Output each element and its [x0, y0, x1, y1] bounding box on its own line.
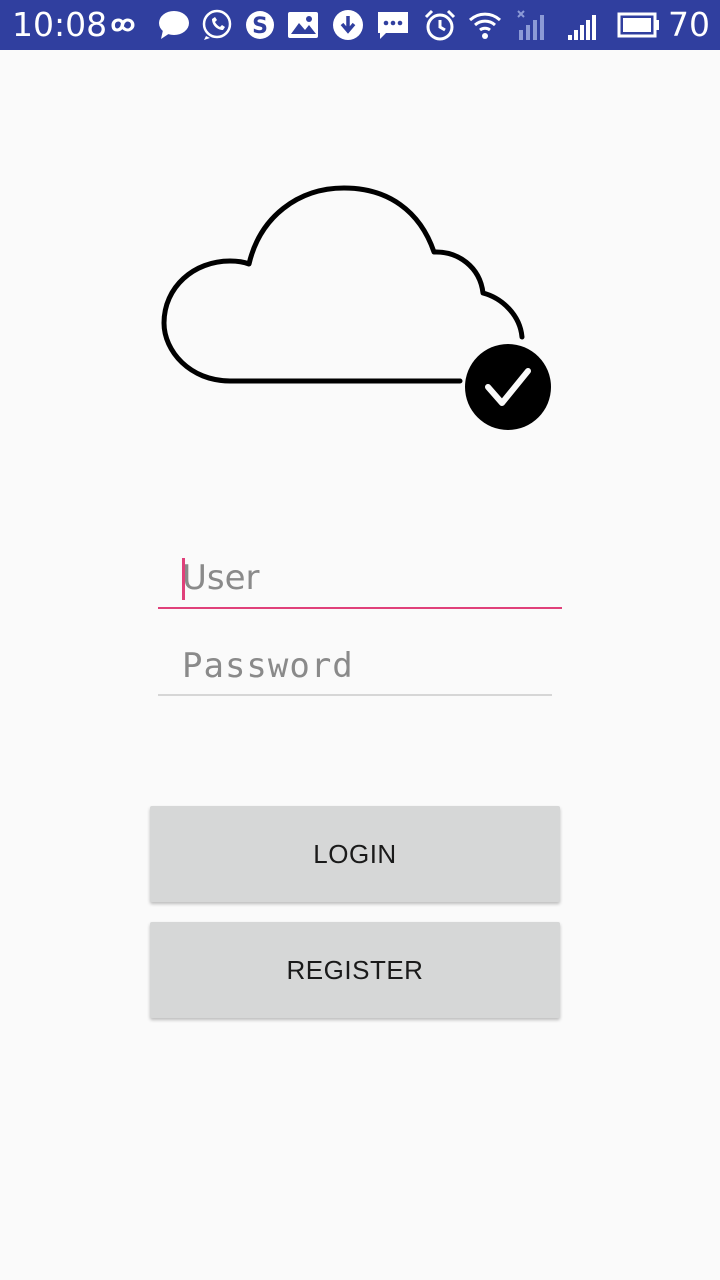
password-input[interactable]: [158, 636, 552, 696]
chat-bubble-icon: [157, 8, 191, 42]
image-icon: [286, 8, 320, 42]
download-icon: [331, 8, 365, 42]
signal-no-service-icon: [516, 8, 550, 42]
infinity-icon: [106, 8, 140, 42]
skype-icon: S: [243, 8, 277, 42]
status-time: 10:08: [12, 5, 108, 44]
cloud-check-icon: [150, 175, 570, 445]
status-bar: 10:08 S 70: [0, 0, 720, 50]
battery-level: 70: [668, 5, 710, 44]
sms-icon: [376, 8, 410, 42]
alarm-icon: [423, 8, 457, 42]
user-input[interactable]: [158, 548, 562, 608]
login-button[interactable]: LOGIN: [150, 806, 560, 902]
svg-text:S: S: [252, 14, 268, 39]
user-underline: [158, 607, 562, 609]
user-field[interactable]: [158, 548, 562, 609]
wifi-icon: [468, 8, 502, 42]
battery-icon: [617, 8, 661, 42]
password-underline: [158, 694, 552, 696]
login-screen: 10:08 S 70 User LOGIN REGISTER: [0, 0, 720, 1280]
password-field[interactable]: [158, 636, 552, 696]
text-cursor: [182, 558, 185, 600]
signal-icon: [566, 8, 600, 42]
whatsapp-icon: [200, 8, 234, 42]
register-button[interactable]: REGISTER: [150, 922, 560, 1018]
